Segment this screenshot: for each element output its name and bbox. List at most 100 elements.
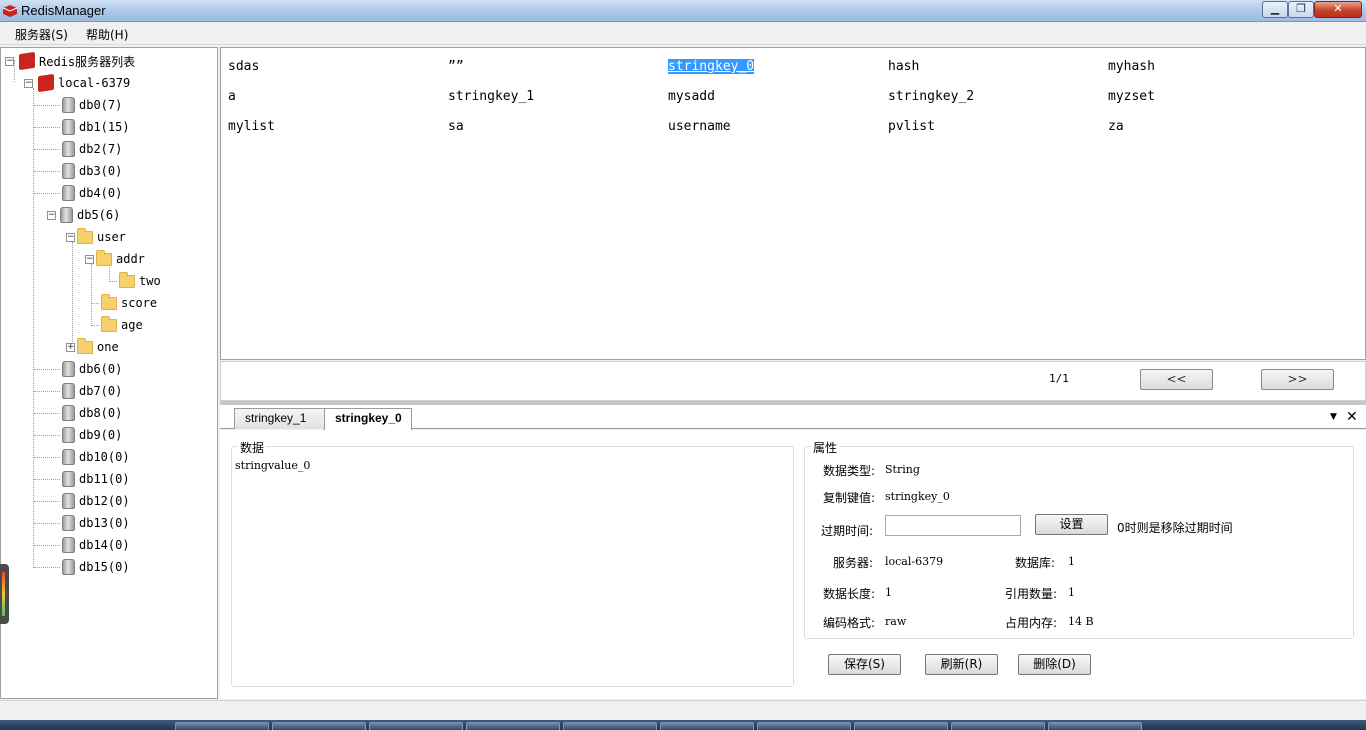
tree-line <box>34 126 60 128</box>
key-item[interactable]: stringkey_1 <box>448 89 534 104</box>
tree-line <box>34 500 60 502</box>
tree-folder-age[interactable]: age <box>91 315 143 335</box>
taskbar-button[interactable] <box>369 722 463 730</box>
maximize-icon: ❐ <box>1296 2 1306 15</box>
copy-key-value[interactable]: stringkey_0 <box>885 490 950 503</box>
tree-root[interactable]: − Redis服务器列表 <box>5 51 135 71</box>
copy-key-label: 复制键值: <box>823 491 876 505</box>
collapse-icon[interactable]: − <box>66 232 75 242</box>
taskbar-button[interactable] <box>660 722 754 730</box>
tree-db-node[interactable]: db8(0) <box>34 403 122 423</box>
tree-line <box>34 522 60 524</box>
tab-close-icon[interactable]: ✕ <box>1346 409 1358 425</box>
tree-db-node-expanded[interactable]: − db5(6) <box>47 205 120 225</box>
key-item[interactable]: mylist <box>228 119 275 134</box>
menu-server[interactable]: 服务器(S) <box>15 26 68 43</box>
tree-db-node[interactable]: db0(7) <box>34 95 122 115</box>
tree-db-node[interactable]: db10(0) <box>34 447 130 467</box>
tab-stringkey-1[interactable]: stringkey_1 <box>234 408 329 429</box>
tab-stringkey-0[interactable]: stringkey_0 <box>324 408 412 430</box>
database-icon <box>62 427 75 443</box>
taskbar-button[interactable] <box>175 722 269 730</box>
tree-db-node[interactable]: db13(0) <box>34 513 130 533</box>
key-item[interactable]: sa <box>448 119 464 134</box>
folder-icon <box>77 227 93 244</box>
key-item[interactable]: username <box>668 119 731 134</box>
properties-legend: 属性 <box>811 439 840 456</box>
next-page-button[interactable]: >> <box>1261 369 1334 390</box>
key-item[interactable]: za <box>1108 119 1124 134</box>
tree-db-node[interactable]: db15(0) <box>34 557 130 577</box>
expand-icon[interactable]: + <box>66 342 75 352</box>
tree-db-node[interactable]: db7(0) <box>34 381 122 401</box>
key-item[interactable]: myhash <box>1108 59 1155 74</box>
tree-db-node[interactable]: db11(0) <box>34 469 130 489</box>
database-icon <box>62 163 75 179</box>
tree-line <box>34 566 60 568</box>
folder-icon <box>77 337 93 354</box>
taskbar-button[interactable] <box>951 722 1045 730</box>
tree-folder-one[interactable]: + one <box>66 337 119 357</box>
key-item[interactable]: myzset <box>1108 89 1155 104</box>
tree-line <box>91 302 99 304</box>
taskbar-button[interactable] <box>272 722 366 730</box>
tree-db-node[interactable]: db1(15) <box>34 117 130 137</box>
key-item[interactable]: stringkey_2 <box>888 89 974 104</box>
tree-db-node[interactable]: db2(7) <box>34 139 122 159</box>
collapse-icon[interactable]: − <box>47 210 56 220</box>
key-item[interactable]: mysadd <box>668 89 715 104</box>
tree-db-node[interactable]: db3(0) <box>34 161 122 181</box>
tree-folder-score[interactable]: score <box>91 293 157 313</box>
db-label: db0(7) <box>79 98 123 112</box>
close-button[interactable]: ✕ <box>1314 1 1362 18</box>
set-expire-button[interactable]: 设置 <box>1035 514 1108 535</box>
data-value-text[interactable]: stringvalue_0 <box>235 459 310 472</box>
tree-folder-user[interactable]: − user <box>66 227 126 247</box>
minimize-icon: ▁ <box>1270 2 1280 15</box>
tree-db-node[interactable]: db14(0) <box>34 535 130 555</box>
tree-db-node[interactable]: db9(0) <box>34 425 122 445</box>
folder-icon <box>101 315 117 332</box>
delete-button[interactable]: 删除(D) <box>1018 654 1091 675</box>
key-item[interactable]: sdas <box>228 59 259 74</box>
maximize-button[interactable]: ❐ <box>1288 1 1314 18</box>
tree-db-node[interactable]: db12(0) <box>34 491 130 511</box>
status-bar <box>0 700 1366 720</box>
taskbar-button[interactable] <box>1048 722 1142 730</box>
expire-input[interactable] <box>885 515 1021 536</box>
key-item[interactable]: a <box>228 89 236 104</box>
tree-server-node[interactable]: − local-6379 <box>24 73 130 93</box>
taskbar-button[interactable] <box>563 722 657 730</box>
taskbar-button[interactable] <box>757 722 851 730</box>
minimize-button[interactable]: ▁ <box>1262 1 1288 18</box>
tree-db-node[interactable]: db4(0) <box>34 183 122 203</box>
folder-label: user <box>97 230 126 244</box>
db-label: db1(15) <box>79 120 130 134</box>
tab-list-dropdown-icon[interactable]: ▼ <box>1330 412 1337 422</box>
tree-line <box>34 390 60 392</box>
prev-page-button[interactable]: << <box>1140 369 1213 390</box>
key-item[interactable]: ”” <box>448 59 464 74</box>
save-button[interactable]: 保存(S) <box>828 654 901 675</box>
tree-folder-addr[interactable]: − addr <box>85 249 145 269</box>
tree-folder-two[interactable]: two <box>109 271 161 291</box>
taskbar-button[interactable] <box>466 722 560 730</box>
collapse-icon[interactable]: − <box>5 56 14 66</box>
taskbar-button[interactable] <box>854 722 948 730</box>
tree-line <box>34 434 60 436</box>
collapse-icon[interactable]: − <box>24 78 33 88</box>
refresh-button[interactable]: 刷新(R) <box>925 654 998 675</box>
tree-db-node[interactable]: db6(0) <box>34 359 122 379</box>
memory-label: 占用内存: <box>1005 616 1058 630</box>
tree-line <box>34 104 60 106</box>
db-label: db15(0) <box>79 560 130 574</box>
menu-help[interactable]: 帮助(H) <box>86 26 128 43</box>
server-label: 服务器: <box>833 556 874 570</box>
folder-icon <box>101 293 117 310</box>
database-icon <box>62 559 75 575</box>
key-item-selected[interactable]: stringkey_0 <box>668 59 755 74</box>
db-label: db14(0) <box>79 538 130 552</box>
collapse-icon[interactable]: − <box>85 254 94 264</box>
key-item[interactable]: pvlist <box>888 119 935 134</box>
key-item[interactable]: hash <box>888 59 919 74</box>
